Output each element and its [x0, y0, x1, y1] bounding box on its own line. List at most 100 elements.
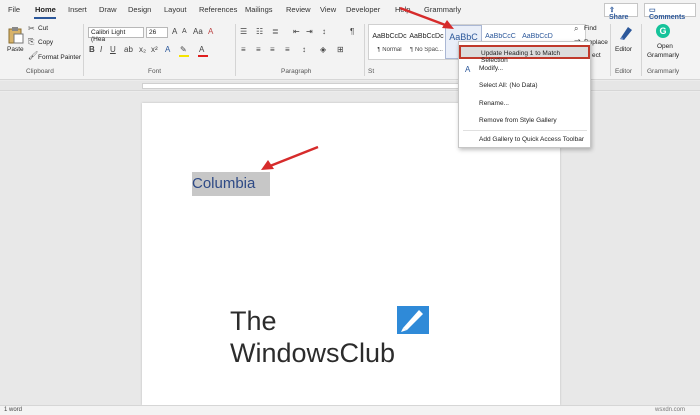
open-grammarly-button[interactable]: G Open Grammarly: [644, 22, 684, 66]
menu-item-update-heading[interactable]: Update Heading 1 to Match Selection: [459, 45, 590, 64]
tab-file[interactable]: File: [8, 5, 20, 14]
cut-icon: ✂: [28, 24, 35, 33]
copy-button[interactable]: Copy: [38, 39, 53, 46]
selected-heading-text[interactable]: Columbia: [192, 172, 270, 196]
menu-item-rename[interactable]: Rename...: [459, 97, 590, 111]
tab-review[interactable]: Review: [286, 5, 311, 14]
borders-icon[interactable]: ⊞: [337, 45, 344, 54]
strikethrough-icon[interactable]: ab: [124, 45, 133, 54]
annotation-arrow-heading: [261, 145, 319, 170]
editor-label: Editor: [615, 46, 632, 53]
style-sample-text: AaBbCcD: [522, 33, 553, 40]
open-grammarly-label-1: Open: [657, 43, 673, 50]
style-sample-text: AaBbCcDc: [372, 33, 407, 40]
grow-font-icon[interactable]: A: [172, 27, 177, 36]
align-right-icon[interactable]: ≡: [270, 45, 275, 54]
font-color-icon[interactable]: A: [199, 45, 204, 54]
tab-draw[interactable]: Draw: [99, 5, 117, 14]
style-sample-text: AaBbCcC: [485, 33, 516, 40]
italic-button[interactable]: I: [100, 45, 102, 54]
font-color-bar: [198, 55, 208, 57]
text-effects-icon[interactable]: A: [165, 45, 170, 54]
paste-icon: [8, 27, 24, 44]
show-marks-button[interactable]: ¶: [350, 27, 354, 36]
menu-bar: File Home Insert Draw Design Layout Refe…: [0, 0, 700, 21]
numbering-icon[interactable]: ☷: [256, 27, 263, 36]
menu-item-add-to-qat[interactable]: Add Gallery to Quick Access Toolbar: [459, 133, 590, 147]
tab-home[interactable]: Home: [35, 5, 56, 14]
group-divider: [641, 24, 642, 76]
cut-button[interactable]: Cut: [38, 25, 48, 32]
group-divider: [235, 24, 236, 76]
paste-button[interactable]: Paste: [6, 24, 26, 64]
change-case-icon[interactable]: Aa: [193, 27, 203, 36]
sort-icon[interactable]: ↕: [322, 27, 326, 36]
subscript-icon[interactable]: x₂: [139, 45, 146, 54]
format-painter-button[interactable]: Format Painter: [38, 54, 81, 61]
horizontal-ruler[interactable]: [0, 81, 700, 91]
grammarly-group-label: Grammarly: [647, 68, 680, 75]
comment-icon: ▭: [649, 7, 656, 14]
select-button[interactable]: ect: [592, 52, 601, 59]
align-center-icon[interactable]: ≡: [256, 45, 261, 54]
underline-button[interactable]: U: [110, 45, 116, 54]
tab-layout[interactable]: Layout: [164, 5, 187, 14]
share-button[interactable]: ⇧ Share: [604, 3, 638, 21]
editor-group-label: Editor: [615, 68, 632, 75]
annotation-arrow-top: [399, 6, 454, 29]
watermark-text: wsxdn.com: [655, 407, 686, 413]
tab-developer[interactable]: Developer: [346, 5, 380, 14]
clipboard-group-label: Clipboard: [26, 68, 54, 75]
menu-item-select-all[interactable]: Select All: (No Data): [459, 79, 590, 93]
share-icon: ⇧: [609, 7, 615, 14]
bullets-icon[interactable]: ☰: [240, 27, 247, 36]
highlight-color-bar: [179, 55, 189, 57]
windows-logo-icon: [397, 306, 429, 334]
comments-button[interactable]: ▭ Comments: [644, 3, 696, 21]
font-name-combo[interactable]: Calibri Light (Hea: [88, 27, 144, 43]
open-grammarly-label-2: Grammarly: [647, 52, 680, 59]
menu-separator: [463, 130, 587, 131]
tab-insert[interactable]: Insert: [68, 5, 87, 14]
paste-label: Paste: [7, 46, 24, 53]
group-divider: [83, 24, 84, 76]
menu-item-modify[interactable]: Modify...: [459, 62, 590, 76]
font-size-combo[interactable]: 26: [146, 27, 168, 38]
style-sample-text: AaBbCcDc: [409, 33, 444, 40]
format-painter-icon: 🖌: [28, 51, 39, 60]
style-context-menu: Update Heading 1 to Match Selection A Mo…: [458, 41, 591, 148]
highlight-icon[interactable]: ✎: [180, 45, 187, 54]
bold-button[interactable]: B: [89, 45, 95, 54]
grammarly-icon: G: [656, 24, 670, 38]
find-icon[interactable]: ⌕: [574, 24, 578, 34]
superscript-icon[interactable]: x²: [151, 45, 158, 54]
editor-button[interactable]: Editor: [613, 24, 639, 64]
tab-design[interactable]: Design: [128, 5, 151, 14]
shrink-font-icon[interactable]: A: [182, 28, 187, 35]
decrease-indent-icon[interactable]: ⇤: [293, 27, 300, 36]
tab-mailings[interactable]: Mailings: [245, 5, 273, 14]
clear-formatting-icon[interactable]: A: [208, 27, 213, 36]
tab-view[interactable]: View: [320, 5, 336, 14]
status-bar: 1 word: [0, 405, 700, 415]
word-count[interactable]: 1 word: [4, 407, 22, 413]
tab-references[interactable]: References: [199, 5, 237, 14]
font-group-label: Font: [148, 68, 162, 75]
active-tab-indicator: [34, 17, 56, 19]
style-name-label: ¶ Normal: [377, 47, 402, 53]
line-spacing-icon[interactable]: ↕: [302, 45, 306, 54]
align-left-icon[interactable]: ≡: [241, 45, 246, 54]
find-button[interactable]: Find: [584, 25, 597, 32]
group-divider: [610, 24, 611, 76]
copy-icon: ⎘: [28, 37, 35, 46]
multilevel-list-icon[interactable]: ≣: [272, 27, 279, 36]
paragraph-group-label: Paragraph: [281, 68, 312, 75]
logo-text-the: The: [230, 306, 277, 336]
styles-group-label: St: [368, 68, 375, 75]
editor-icon: [620, 27, 632, 40]
increase-indent-icon[interactable]: ⇥: [306, 27, 313, 36]
style-name-label: ¶ No Spac...: [410, 47, 443, 53]
shading-icon[interactable]: ◈: [320, 45, 326, 54]
justify-icon[interactable]: ≡: [285, 45, 290, 54]
menu-item-remove-from-gallery[interactable]: Remove from Style Gallery: [459, 114, 590, 128]
